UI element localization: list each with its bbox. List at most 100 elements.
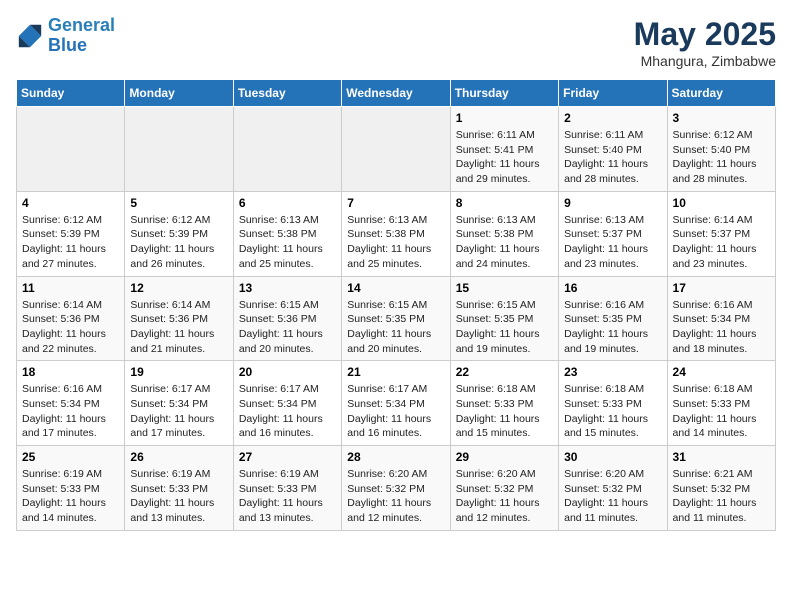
day-info: Sunrise: 6:13 AM Sunset: 5:37 PM Dayligh…: [564, 213, 661, 272]
calendar-week-row: 1 Sunrise: 6:11 AM Sunset: 5:41 PM Daylig…: [17, 107, 776, 192]
day-number: 2: [564, 111, 661, 125]
day-number: 18: [22, 365, 119, 379]
calendar-cell: 31 Sunrise: 6:21 AM Sunset: 5:32 PM Dayli…: [667, 446, 775, 531]
day-info: Sunrise: 6:18 AM Sunset: 5:33 PM Dayligh…: [673, 382, 770, 441]
day-info: Sunrise: 6:21 AM Sunset: 5:32 PM Dayligh…: [673, 467, 770, 526]
calendar-cell: 20 Sunrise: 6:17 AM Sunset: 5:34 PM Dayli…: [233, 361, 341, 446]
calendar-cell: [125, 107, 233, 192]
weekday-header: Monday: [125, 80, 233, 107]
day-number: 19: [130, 365, 227, 379]
day-number: 8: [456, 196, 553, 210]
day-number: 15: [456, 281, 553, 295]
calendar-cell: 21 Sunrise: 6:17 AM Sunset: 5:34 PM Dayli…: [342, 361, 450, 446]
day-info: Sunrise: 6:16 AM Sunset: 5:34 PM Dayligh…: [673, 298, 770, 357]
day-info: Sunrise: 6:14 AM Sunset: 5:36 PM Dayligh…: [22, 298, 119, 357]
day-number: 20: [239, 365, 336, 379]
day-info: Sunrise: 6:17 AM Sunset: 5:34 PM Dayligh…: [130, 382, 227, 441]
day-info: Sunrise: 6:15 AM Sunset: 5:36 PM Dayligh…: [239, 298, 336, 357]
day-info: Sunrise: 6:18 AM Sunset: 5:33 PM Dayligh…: [456, 382, 553, 441]
day-number: 12: [130, 281, 227, 295]
day-number: 4: [22, 196, 119, 210]
weekday-header: Sunday: [17, 80, 125, 107]
day-number: 25: [22, 450, 119, 464]
day-number: 30: [564, 450, 661, 464]
calendar-table: SundayMondayTuesdayWednesdayThursdayFrid…: [16, 79, 776, 531]
calendar-cell: 11 Sunrise: 6:14 AM Sunset: 5:36 PM Dayli…: [17, 276, 125, 361]
calendar-cell: [342, 107, 450, 192]
day-info: Sunrise: 6:19 AM Sunset: 5:33 PM Dayligh…: [239, 467, 336, 526]
calendar-cell: 5Sunrise: 6:12 AM Sunset: 5:39 PM Daylig…: [125, 191, 233, 276]
day-info: Sunrise: 6:16 AM Sunset: 5:35 PM Dayligh…: [564, 298, 661, 357]
calendar-cell: 1 Sunrise: 6:11 AM Sunset: 5:41 PM Daylig…: [450, 107, 558, 192]
day-info: Sunrise: 6:18 AM Sunset: 5:33 PM Dayligh…: [564, 382, 661, 441]
calendar-week-row: 11 Sunrise: 6:14 AM Sunset: 5:36 PM Dayli…: [17, 276, 776, 361]
title-block: May 2025 Mhangura, Zimbabwe: [634, 16, 776, 69]
weekday-header: Thursday: [450, 80, 558, 107]
calendar-cell: 6 Sunrise: 6:13 AM Sunset: 5:38 PM Daylig…: [233, 191, 341, 276]
day-number: 9: [564, 196, 661, 210]
day-number: 21: [347, 365, 444, 379]
day-info: Sunrise: 6:16 AM Sunset: 5:34 PM Dayligh…: [22, 382, 119, 441]
month-title: May 2025: [634, 16, 776, 53]
weekday-header-row: SundayMondayTuesdayWednesdayThursdayFrid…: [17, 80, 776, 107]
day-number: 6: [239, 196, 336, 210]
weekday-header: Wednesday: [342, 80, 450, 107]
day-number: 10: [673, 196, 770, 210]
logo: General Blue: [16, 16, 115, 56]
logo-general: General: [48, 15, 115, 35]
day-number: 16: [564, 281, 661, 295]
day-info: Sunrise: 6:11 AM Sunset: 5:41 PM Dayligh…: [456, 128, 553, 187]
day-number: 17: [673, 281, 770, 295]
calendar-cell: 25 Sunrise: 6:19 AM Sunset: 5:33 PM Dayli…: [17, 446, 125, 531]
day-number: 28: [347, 450, 444, 464]
day-info: Sunrise: 6:17 AM Sunset: 5:34 PM Dayligh…: [239, 382, 336, 441]
calendar-cell: 23 Sunrise: 6:18 AM Sunset: 5:33 PM Dayli…: [559, 361, 667, 446]
weekday-header: Tuesday: [233, 80, 341, 107]
day-info: Sunrise: 6:17 AM Sunset: 5:34 PM Dayligh…: [347, 382, 444, 441]
calendar-week-row: 18 Sunrise: 6:16 AM Sunset: 5:34 PM Dayli…: [17, 361, 776, 446]
calendar-cell: [233, 107, 341, 192]
day-number: 14: [347, 281, 444, 295]
calendar-cell: 27Sunrise: 6:19 AM Sunset: 5:33 PM Dayli…: [233, 446, 341, 531]
calendar-cell: 13Sunrise: 6:15 AM Sunset: 5:36 PM Dayli…: [233, 276, 341, 361]
calendar-cell: 30 Sunrise: 6:20 AM Sunset: 5:32 PM Dayli…: [559, 446, 667, 531]
day-number: 7: [347, 196, 444, 210]
day-number: 26: [130, 450, 227, 464]
day-info: Sunrise: 6:20 AM Sunset: 5:32 PM Dayligh…: [564, 467, 661, 526]
day-info: Sunrise: 6:12 AM Sunset: 5:39 PM Dayligh…: [22, 213, 119, 272]
logo-blue: Blue: [48, 35, 87, 55]
day-number: 22: [456, 365, 553, 379]
calendar-cell: 14Sunrise: 6:15 AM Sunset: 5:35 PM Dayli…: [342, 276, 450, 361]
day-info: Sunrise: 6:15 AM Sunset: 5:35 PM Dayligh…: [456, 298, 553, 357]
day-info: Sunrise: 6:12 AM Sunset: 5:40 PM Dayligh…: [673, 128, 770, 187]
day-number: 24: [673, 365, 770, 379]
weekday-header: Saturday: [667, 80, 775, 107]
calendar-cell: 7 Sunrise: 6:13 AM Sunset: 5:38 PM Daylig…: [342, 191, 450, 276]
day-info: Sunrise: 6:11 AM Sunset: 5:40 PM Dayligh…: [564, 128, 661, 187]
calendar-cell: 18 Sunrise: 6:16 AM Sunset: 5:34 PM Dayli…: [17, 361, 125, 446]
day-number: 29: [456, 450, 553, 464]
page-header: General Blue May 2025 Mhangura, Zimbabwe: [16, 16, 776, 69]
calendar-cell: 8Sunrise: 6:13 AM Sunset: 5:38 PM Daylig…: [450, 191, 558, 276]
day-number: 23: [564, 365, 661, 379]
day-info: Sunrise: 6:14 AM Sunset: 5:36 PM Dayligh…: [130, 298, 227, 357]
day-number: 31: [673, 450, 770, 464]
calendar-cell: 15 Sunrise: 6:15 AM Sunset: 5:35 PM Dayli…: [450, 276, 558, 361]
day-number: 11: [22, 281, 119, 295]
day-number: 1: [456, 111, 553, 125]
calendar-week-row: 25 Sunrise: 6:19 AM Sunset: 5:33 PM Dayli…: [17, 446, 776, 531]
day-info: Sunrise: 6:14 AM Sunset: 5:37 PM Dayligh…: [673, 213, 770, 272]
calendar-cell: 16 Sunrise: 6:16 AM Sunset: 5:35 PM Dayli…: [559, 276, 667, 361]
location-text: Mhangura, Zimbabwe: [634, 53, 776, 69]
calendar-week-row: 4 Sunrise: 6:12 AM Sunset: 5:39 PM Daylig…: [17, 191, 776, 276]
day-info: Sunrise: 6:19 AM Sunset: 5:33 PM Dayligh…: [22, 467, 119, 526]
logo-icon: [16, 22, 44, 50]
calendar-cell: [17, 107, 125, 192]
calendar-cell: 26Sunrise: 6:19 AM Sunset: 5:33 PM Dayli…: [125, 446, 233, 531]
calendar-cell: 4 Sunrise: 6:12 AM Sunset: 5:39 PM Daylig…: [17, 191, 125, 276]
calendar-cell: 3 Sunrise: 6:12 AM Sunset: 5:40 PM Daylig…: [667, 107, 775, 192]
calendar-cell: 9 Sunrise: 6:13 AM Sunset: 5:37 PM Daylig…: [559, 191, 667, 276]
day-info: Sunrise: 6:13 AM Sunset: 5:38 PM Dayligh…: [239, 213, 336, 272]
day-number: 3: [673, 111, 770, 125]
day-info: Sunrise: 6:13 AM Sunset: 5:38 PM Dayligh…: [347, 213, 444, 272]
